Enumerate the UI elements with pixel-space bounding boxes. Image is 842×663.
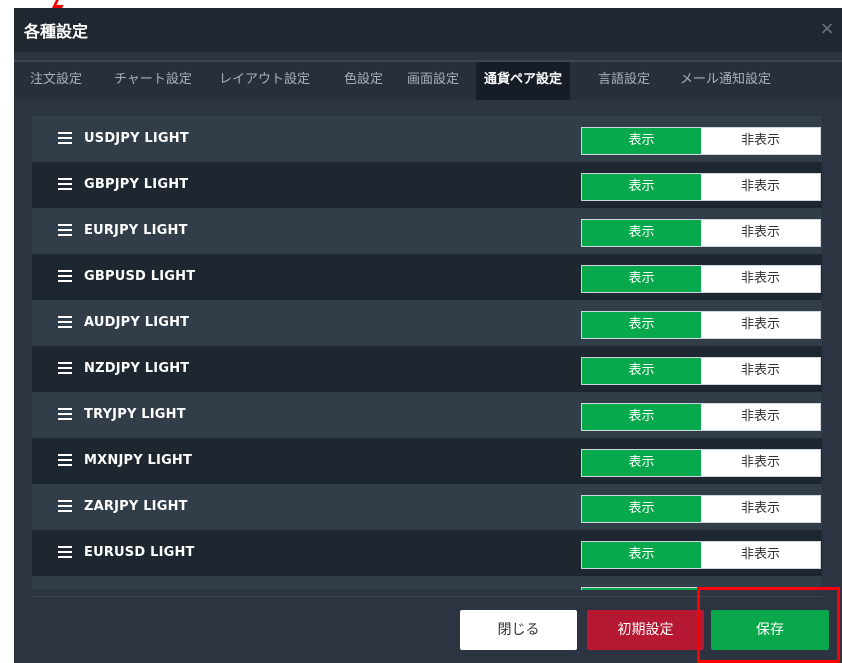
tab-order-settings[interactable]: 注文設定 xyxy=(22,62,90,100)
visibility-toggle: 表示非表示 xyxy=(581,357,821,385)
pair-label: ZARJPY LIGHT xyxy=(84,499,188,514)
drag-handle-icon[interactable] xyxy=(58,546,72,558)
show-option[interactable]: 表示 xyxy=(582,542,701,568)
tab-layout-settings[interactable]: レイアウト設定 xyxy=(211,62,318,100)
hide-option[interactable]: 非表示 xyxy=(701,496,820,522)
pair-row: EURJPY LIGHT 表示 非表示 xyxy=(32,208,822,254)
hide-option[interactable]: 非表示 xyxy=(701,542,820,568)
visibility-toggle: 表示非表示 xyxy=(581,541,821,569)
pair-label: NZDJPY LIGHT xyxy=(84,361,190,376)
close-icon[interactable]: × xyxy=(818,20,836,38)
show-option[interactable]: 表示 xyxy=(582,174,701,200)
drag-handle-icon[interactable] xyxy=(58,500,72,512)
drag-handle-icon[interactable] xyxy=(58,270,72,282)
pair-row: EURUSD LIGHT 表示 非表示 xyxy=(32,530,822,576)
currency-pair-list[interactable]: USDJPY LIGHT 表示 非表示 GBPJPY LIGHT 表示 非表示 EURJPY… xyxy=(32,116,822,590)
hide-option[interactable]: 非表示 xyxy=(701,588,820,590)
show-option[interactable]: 表示 xyxy=(582,220,701,246)
save-button[interactable]: 保存 xyxy=(711,610,829,650)
pair-row: NZDJPY LIGHT 表示 非表示 xyxy=(32,346,822,392)
pair-label: CZKJPY LIGHT xyxy=(84,576,187,590)
tab-language-settings[interactable]: 言語設定 xyxy=(590,62,658,100)
show-option[interactable]: 表示 xyxy=(582,588,701,590)
visibility-toggle: 表示非表示 xyxy=(581,449,821,477)
drag-handle-icon[interactable] xyxy=(58,454,72,466)
show-option[interactable]: 表示 xyxy=(582,450,701,476)
annotation-mark xyxy=(52,0,66,8)
pair-label: GBPUSD LIGHT xyxy=(84,269,196,284)
drag-handle-icon[interactable] xyxy=(58,178,72,190)
hide-option[interactable]: 非表示 xyxy=(701,404,820,430)
settings-tabbar: 注文設定 チャート設定 レイアウト設定 色設定 画面設定 通貨ペア設定 言語設定… xyxy=(14,60,842,100)
show-option[interactable]: 表示 xyxy=(582,358,701,384)
tab-chart-settings[interactable]: チャート設定 xyxy=(106,62,200,100)
hide-option[interactable]: 非表示 xyxy=(701,128,820,154)
visibility-toggle: 表示非表示 xyxy=(581,127,821,155)
show-option[interactable]: 表示 xyxy=(582,312,701,338)
pair-label: EURJPY LIGHT xyxy=(84,223,188,238)
pair-label: MXNJPY LIGHT xyxy=(84,453,193,468)
hide-option[interactable]: 非表示 xyxy=(701,358,820,384)
pair-row: ZARJPY LIGHT 表示 非表示 xyxy=(32,484,822,530)
dialog-title: 各種設定 xyxy=(24,22,89,41)
dialog-titlebar: 各種設定 × xyxy=(14,8,842,52)
visibility-toggle: 表示非表示 xyxy=(581,403,821,431)
pair-label: TRYJPY LIGHT xyxy=(84,407,186,422)
visibility-toggle: 表示非表示 xyxy=(581,495,821,523)
pair-row: GBPUSD LIGHT 表示 非表示 xyxy=(32,254,822,300)
tab-currency-pair-settings[interactable]: 通貨ペア設定 xyxy=(476,62,571,100)
footer-divider xyxy=(32,596,822,597)
visibility-toggle: 表示非表示 xyxy=(581,219,821,247)
pair-row: USDJPY LIGHT 表示 非表示 xyxy=(32,116,822,162)
visibility-toggle: 表示非表示 xyxy=(581,173,821,201)
drag-handle-icon[interactable] xyxy=(58,316,72,328)
pair-row: MXNJPY LIGHT 表示 非表示 xyxy=(32,438,822,484)
show-option[interactable]: 表示 xyxy=(582,496,701,522)
pair-row: AUDJPY LIGHT 表示 非表示 xyxy=(32,300,822,346)
pair-label: GBPJPY LIGHT xyxy=(84,177,189,192)
visibility-toggle: 表示非表示 xyxy=(581,265,821,293)
drag-handle-icon[interactable] xyxy=(58,362,72,374)
close-button[interactable]: 閉じる xyxy=(460,610,577,650)
pair-row: TRYJPY LIGHT 表示 非表示 xyxy=(32,392,822,438)
visibility-toggle: 表示非表示 xyxy=(581,311,821,339)
left-border xyxy=(6,8,14,663)
pair-row: CZKJPY LIGHT 表示非表示 xyxy=(32,576,822,590)
pair-label: AUDJPY LIGHT xyxy=(84,315,190,330)
tab-color-settings[interactable]: 色設定 xyxy=(336,62,391,100)
hide-option[interactable]: 非表示 xyxy=(701,174,820,200)
hide-option[interactable]: 非表示 xyxy=(701,220,820,246)
pair-row: GBPJPY LIGHT 表示 非表示 xyxy=(32,162,822,208)
drag-handle-icon[interactable] xyxy=(58,408,72,420)
hide-option[interactable]: 非表示 xyxy=(701,312,820,338)
show-option[interactable]: 表示 xyxy=(582,128,701,154)
hide-option[interactable]: 非表示 xyxy=(701,266,820,292)
visibility-toggle: 表示非表示 xyxy=(581,587,821,590)
tab-email-notify-settings[interactable]: メール通知設定 xyxy=(672,62,779,100)
hide-option[interactable]: 非表示 xyxy=(701,450,820,476)
pair-label: USDJPY LIGHT xyxy=(84,131,189,146)
tab-screen-settings[interactable]: 画面設定 xyxy=(399,62,467,100)
pair-label: EURUSD LIGHT xyxy=(84,545,195,560)
settings-dialog: 各種設定 × 注文設定 チャート設定 レイアウト設定 色設定 画面設定 通貨ペア… xyxy=(14,8,842,663)
reset-defaults-button[interactable]: 初期設定 xyxy=(587,610,704,650)
drag-handle-icon[interactable] xyxy=(58,132,72,144)
show-option[interactable]: 表示 xyxy=(582,266,701,292)
show-option[interactable]: 表示 xyxy=(582,404,701,430)
drag-handle-icon[interactable] xyxy=(58,224,72,236)
